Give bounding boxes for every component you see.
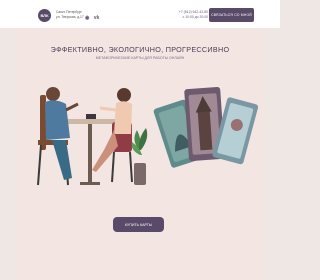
hero-illustration <box>37 87 259 186</box>
metaphor-cards-illustration <box>153 87 259 168</box>
buy-cards-button[interactable]: КУПИТЬ КАРТЫ <box>113 217 164 232</box>
plant-illustration <box>131 128 148 185</box>
woman-illustration <box>92 88 133 183</box>
man-illustration <box>37 87 79 186</box>
